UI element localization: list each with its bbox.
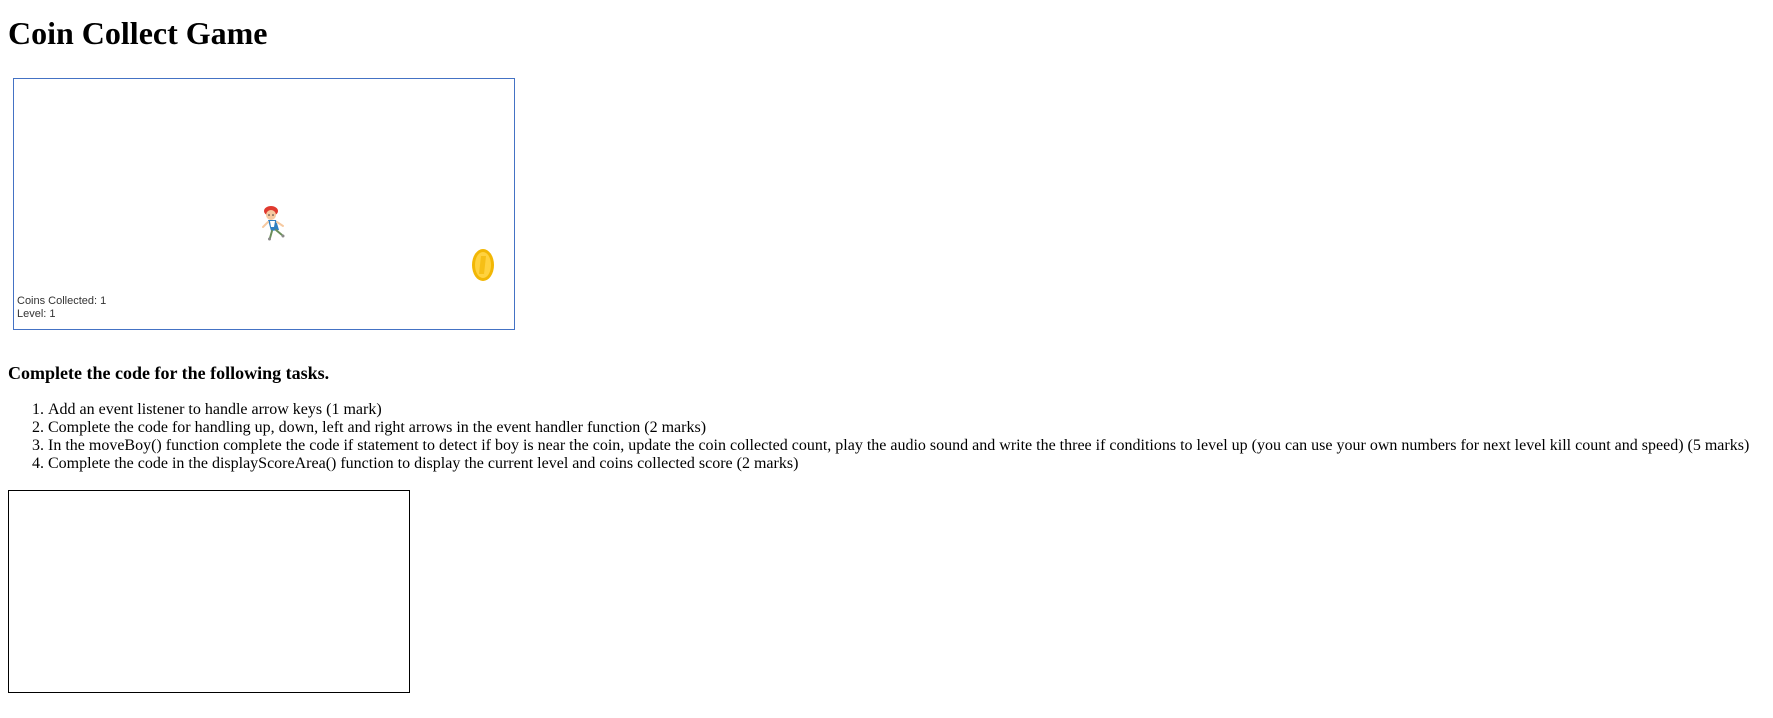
task-item-2: Complete the code for handling up, down,…	[48, 419, 1773, 437]
boy-character-icon	[262, 206, 285, 241]
task-list: Add an event listener to handle arrow ke…	[8, 401, 1773, 473]
coins-collected-label: Coins Collected: 1	[17, 295, 107, 307]
level-label: Level: 1	[17, 308, 56, 320]
task-item-1: Add an event listener to handle arrow ke…	[48, 401, 1773, 419]
tasks-heading: Complete the code for the following task…	[8, 363, 330, 383]
score-area: Coins Collected: 1 Level: 1	[17, 295, 106, 321]
page-title: Coin Collect Game	[8, 15, 268, 51]
task-item-4: Complete the code in the displayScoreAre…	[48, 455, 1773, 473]
code-box[interactable]	[8, 490, 410, 693]
gold-coin-icon	[472, 249, 494, 281]
task-item-3: In the moveBoy() function complete the c…	[48, 437, 1773, 455]
game-canvas[interactable]: Coins Collected: 1 Level: 1	[13, 78, 515, 330]
